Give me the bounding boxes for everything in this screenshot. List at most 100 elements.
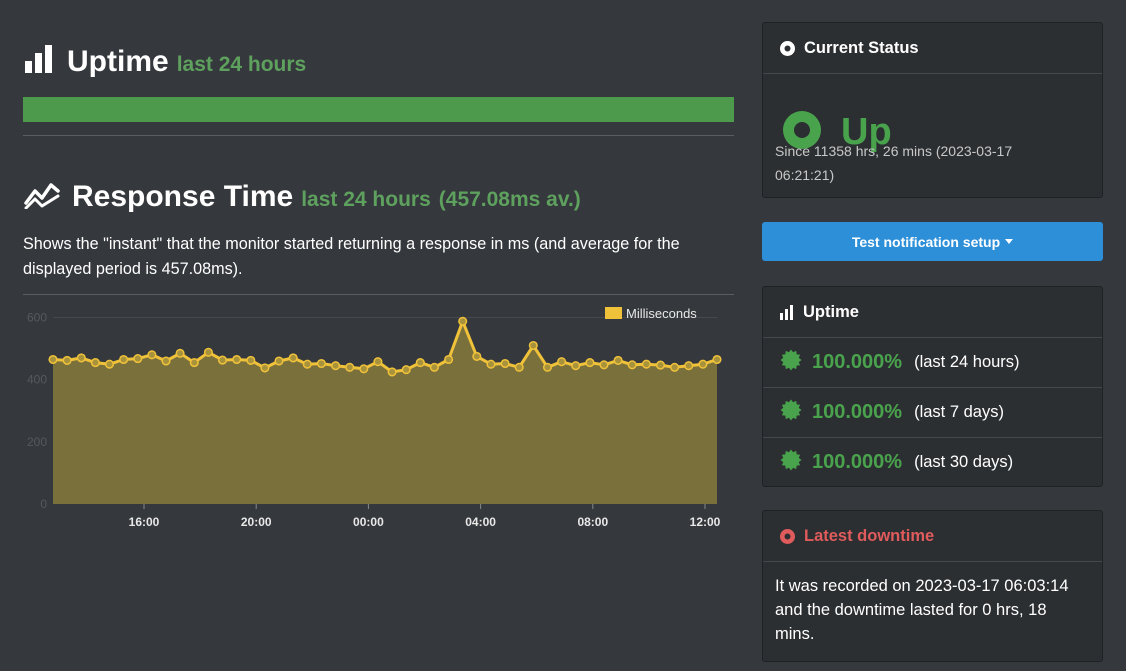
- data-point: [585, 358, 595, 368]
- test-notification-button[interactable]: Test notification setup: [762, 222, 1103, 261]
- uptime-panel: Uptime 100.000% (last 24 hours) 100.000%…: [762, 286, 1103, 487]
- dot-circle-icon: [779, 40, 796, 57]
- x-tick-label: 16:00: [129, 515, 160, 529]
- y-tick-label: 600: [27, 311, 47, 325]
- divider: [23, 294, 734, 295]
- uptime-period: (last 7 days): [914, 403, 1004, 421]
- data-point: [387, 367, 397, 377]
- data-point: [359, 364, 369, 374]
- legend-swatch: [605, 307, 622, 319]
- data-point: [232, 354, 242, 365]
- data-point: [542, 362, 553, 372]
- data-point: [415, 358, 425, 368]
- data-point: [401, 365, 411, 375]
- uptime-row-7d: 100.000% (last 7 days): [763, 388, 1102, 438]
- current-status-panel: Current Status Up Since 11358 hrs, 26 mi…: [762, 22, 1103, 198]
- response-time-period: last 24 hours: [301, 188, 431, 211]
- data-point: [316, 358, 326, 369]
- uptime-panel-title: Uptime: [803, 302, 859, 321]
- uptime-progress-bar: [23, 97, 734, 122]
- response-time-description: Shows the "instant" that the monitor sta…: [23, 235, 680, 278]
- response-time-average: (457.08ms av.): [438, 188, 581, 211]
- line-chart-icon: [23, 179, 61, 210]
- uptime-percent: 100.000%: [812, 351, 903, 373]
- data-point: [189, 358, 199, 368]
- data-point: [655, 360, 666, 370]
- data-point: [429, 362, 439, 372]
- data-point: [274, 356, 284, 366]
- uptime-percent: 100.000%: [812, 401, 903, 423]
- uptime-title: Uptime: [67, 45, 169, 78]
- status-since: Since 11358 hrs, 26 mins (2023-03-17 06:…: [775, 143, 1013, 183]
- legend-label: Milliseconds: [626, 306, 697, 321]
- data-point: [684, 361, 694, 371]
- x-tick-label: 00:00: [353, 515, 384, 529]
- bar-chart-icon: [23, 45, 55, 73]
- uptime-row-24h: 100.000% (last 24 hours): [763, 338, 1102, 388]
- data-point: [345, 362, 355, 372]
- data-point: [571, 361, 581, 371]
- x-tick-label: 04:00: [465, 515, 496, 529]
- data-point: [48, 354, 58, 365]
- response-time-heading: Response Time last 24 hours (457.08ms av…: [23, 176, 581, 214]
- latest-downtime-text: It was recorded on 2023-03-17 06:03:14 a…: [775, 577, 1069, 643]
- data-point: [458, 316, 468, 326]
- uptime-row-30d: 100.000% (last 30 days): [763, 438, 1102, 487]
- data-point: [119, 354, 129, 365]
- data-point: [175, 348, 185, 358]
- data-point: [62, 355, 72, 365]
- data-point: [260, 363, 270, 373]
- current-status-header: Current Status: [763, 23, 1102, 74]
- y-tick-label: 0: [40, 497, 47, 511]
- response-time-chart: 0 200 400 600 16:00 20:00 00:00 04:00 08:00 12:00…: [27, 306, 722, 529]
- certificate-icon: [780, 399, 802, 426]
- data-point: [147, 350, 157, 360]
- test-notification-label: Test notification setup: [851, 233, 1001, 250]
- x-tick-label: 20:00: [241, 515, 272, 529]
- certificate-icon: [780, 349, 802, 376]
- y-tick-label: 200: [27, 435, 47, 449]
- x-tick-label: 12:00: [690, 515, 721, 529]
- data-point: [161, 356, 171, 366]
- data-point: [472, 351, 482, 361]
- uptime-panel-header: Uptime: [763, 287, 1102, 338]
- uptime-period: (last 24 hours): [914, 353, 1020, 371]
- data-point: [373, 357, 383, 367]
- data-point: [641, 359, 651, 369]
- data-point: [331, 361, 341, 371]
- data-point: [698, 359, 708, 369]
- divider: [23, 135, 734, 136]
- data-point: [76, 353, 86, 363]
- data-point: [133, 354, 143, 364]
- data-point: [302, 359, 312, 369]
- latest-downtime-title: Latest downtime: [804, 526, 935, 545]
- dot-circle-icon: [779, 528, 796, 545]
- x-tick-label: 08:00: [577, 515, 608, 529]
- chart-area: [53, 321, 717, 504]
- data-point: [288, 353, 298, 363]
- data-point: [500, 358, 510, 369]
- latest-downtime-panel: Latest downtime It was recorded on 2023-…: [762, 510, 1103, 662]
- data-point: [670, 362, 680, 372]
- data-point: [613, 355, 623, 365]
- data-point: [712, 354, 722, 365]
- caret-down-icon: [1005, 239, 1014, 244]
- data-point: [627, 360, 637, 370]
- data-point: [90, 358, 100, 368]
- data-point: [217, 355, 228, 365]
- data-point: [246, 355, 256, 365]
- bar-chart-icon: [779, 304, 795, 320]
- current-status-title: Current Status: [804, 38, 919, 57]
- data-point: [557, 357, 567, 367]
- uptime-period: last 24 hours: [176, 53, 307, 76]
- data-point: [203, 347, 213, 357]
- latest-downtime-header: Latest downtime: [763, 511, 1102, 562]
- data-point: [528, 340, 538, 351]
- uptime-heading: Uptime last 24 hours: [23, 43, 306, 79]
- certificate-icon: [780, 449, 802, 476]
- response-time-title: Response Time: [72, 180, 294, 213]
- data-point: [599, 360, 609, 370]
- uptime-percent: 100.000%: [812, 451, 903, 473]
- y-tick-label: 400: [27, 373, 47, 387]
- uptime-period: (last 30 days): [914, 453, 1014, 471]
